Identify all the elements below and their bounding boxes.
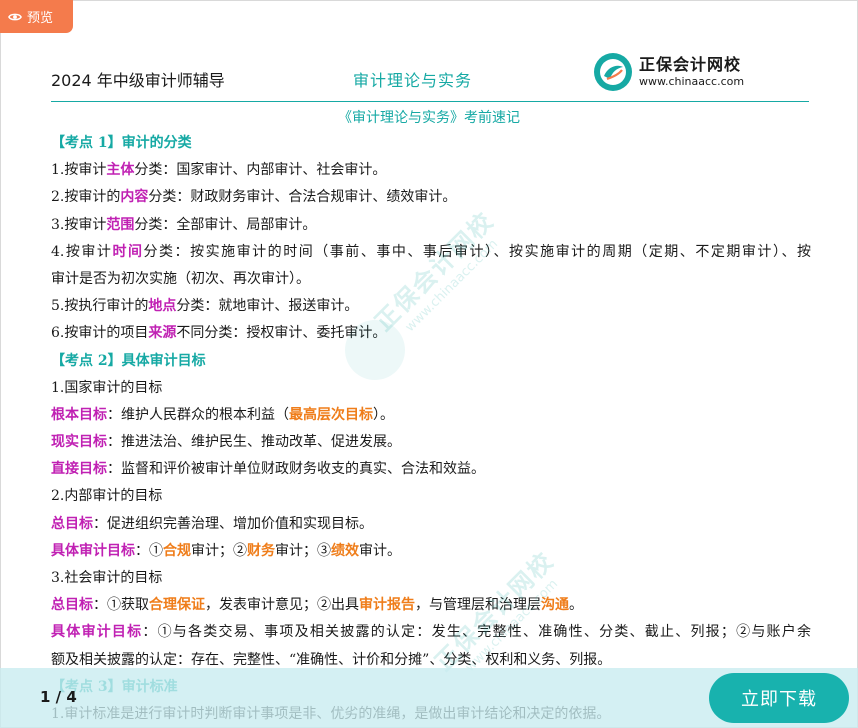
keyword: 总目标 bbox=[51, 515, 93, 532]
text-run: ，与管理层和治理层 bbox=[415, 597, 541, 614]
text-run: 审计；③ bbox=[275, 542, 331, 559]
keyword: 最高层次目标 bbox=[289, 406, 373, 423]
text-run: 【考点 1】审计的分类 bbox=[51, 135, 192, 151]
text-run: 6.按审计的项目 bbox=[51, 325, 149, 342]
text-line: 5.按执行审计的地点分类：就地审计、报送审计。 bbox=[51, 293, 811, 320]
document-body: 【考点 1】审计的分类 1.按审计主体分类：国家审计、内部审计、社会审计。 2.按审… bbox=[51, 130, 811, 728]
keyword: 具体审计目标 bbox=[51, 624, 143, 641]
text-run: 审计。 bbox=[359, 542, 401, 559]
keyword: 来源 bbox=[148, 325, 177, 342]
keyword: 地点 bbox=[148, 298, 177, 315]
text-run: 3.社会审计的目标 bbox=[51, 570, 163, 586]
text-run: 分类：财政财务审计、合法合规审计、绩效审计。 bbox=[148, 189, 457, 206]
logo-mark-icon bbox=[594, 53, 632, 91]
text-run: ：①获取 bbox=[93, 597, 149, 614]
text-run: 分类：国家审计、内部审计、社会审计。 bbox=[134, 162, 387, 179]
text-run: 4.按审计 bbox=[51, 243, 113, 260]
text-run: 。 bbox=[569, 597, 583, 614]
text-run: 2.按审计的 bbox=[51, 189, 121, 206]
page-indicator: 1 / 4 bbox=[40, 688, 77, 706]
keyword: 合规 bbox=[163, 542, 191, 559]
text-run: 2.内部审计的目标 bbox=[51, 488, 163, 505]
keyword: 直接目标 bbox=[51, 461, 107, 478]
keyword: 财务 bbox=[247, 542, 275, 559]
text-run: 额及相关披露的认定：存在、完整性、“准确性、计价和分摊”、分类、权利和义务、列报… bbox=[51, 651, 612, 668]
text-run: 审计是否为初次实施（初次、再次审计）。 bbox=[51, 270, 310, 287]
section-heading: 【考点 1】审计的分类 bbox=[51, 130, 811, 157]
keyword: 时间 bbox=[112, 243, 144, 260]
text-run: ：①与各类交易、事项及相关披露的认定：发生、完整性、准确性、分类、截止、列报；②… bbox=[142, 624, 812, 641]
text-line: 3.按审计范围分类：全部审计、局部审计。 bbox=[51, 212, 811, 239]
text-line: 现实目标：推进法治、维护民生、推动改革、促进发展。 bbox=[51, 429, 811, 456]
text-run: ，发表审计意见；②出具 bbox=[205, 597, 359, 614]
text-run: ：监督和评价被审计单位财政财务收支的真实、合法和效益。 bbox=[107, 461, 485, 478]
text-line: 具体审计目标：①与各类交易、事项及相关披露的认定：发生、完整性、准确性、分类、截… bbox=[51, 619, 811, 646]
brand-logo: 正保会计网校 www.chinaacc.com bbox=[593, 52, 744, 92]
keyword: 总目标 bbox=[51, 597, 93, 614]
text-run: ）。 bbox=[373, 406, 394, 423]
keyword: 范围 bbox=[106, 216, 135, 233]
preview-button[interactable]: 预览 bbox=[0, 0, 73, 33]
subject-title: 审计理论与实务 bbox=[353, 71, 473, 90]
text-run: ：维护人民群众的根本利益（ bbox=[107, 406, 289, 423]
logo-name: 正保会计网校 bbox=[639, 54, 742, 74]
watermark-logo bbox=[345, 320, 405, 380]
preview-label: 预览 bbox=[27, 11, 54, 26]
text-line: 2.内部审计的目标 bbox=[51, 483, 811, 510]
text-line: 直接目标：监督和评价被审计单位财政财务收支的真实、合法和效益。 bbox=[51, 456, 811, 483]
text-run: 审计；② bbox=[191, 542, 247, 559]
keyword: 合理保证 bbox=[149, 597, 205, 614]
keyword: 现实目标 bbox=[51, 434, 107, 451]
course-title: 2024 年中级审计师辅导 bbox=[51, 71, 225, 90]
text-run: 1.按审计 bbox=[51, 162, 107, 179]
text-run: ：促进组织完善治理、增加价值和实现目标。 bbox=[93, 515, 373, 532]
text-run: 5.按执行审计的 bbox=[51, 298, 149, 315]
text-line: 4.按审计时间分类：按实施审计的时间（事前、事中、事后审计）、按实施审计的周期（… bbox=[51, 239, 811, 266]
text-line: 6.按审计的项目来源不同分类：授权审计、委托审计。 bbox=[51, 320, 811, 347]
text-run: 分类：全部审计、局部审计。 bbox=[134, 216, 317, 233]
keyword: 审计报告 bbox=[359, 597, 415, 614]
keyword: 沟通 bbox=[541, 597, 569, 614]
text-run: ：推进法治、维护民生、推动改革、促进发展。 bbox=[107, 434, 401, 451]
text-line: 2.按审计的内容分类：财政财务审计、合法合规审计、绩效审计。 bbox=[51, 184, 811, 211]
text-run: 3.按审计 bbox=[51, 216, 107, 233]
header-divider bbox=[51, 101, 809, 102]
download-button[interactable]: 立即下载 bbox=[709, 673, 849, 723]
text-run: 分类：就地审计、报送审计。 bbox=[176, 298, 359, 315]
text-run: 分类：按实施审计的时间（事前、事中、事后审计）、按实施审计的周期（定期、不定期审… bbox=[143, 243, 812, 260]
keyword: 根本目标 bbox=[51, 406, 107, 423]
keyword: 具体审计目标 bbox=[51, 542, 135, 559]
text-line: 1.按审计主体分类：国家审计、内部审计、社会审计。 bbox=[51, 157, 811, 184]
keyword: 内容 bbox=[120, 189, 149, 206]
document-title: 《审计理论与实务》考前速记 bbox=[338, 110, 520, 126]
text-line: 1.国家审计的目标 bbox=[51, 375, 811, 402]
text-run: ：① bbox=[135, 542, 163, 559]
text-line: 3.社会审计的目标 bbox=[51, 565, 811, 592]
keyword: 绩效 bbox=[331, 542, 359, 559]
keyword: 主体 bbox=[106, 162, 135, 179]
text-line: 根本目标：维护人民群众的根本利益（最高层次目标）。 bbox=[51, 402, 811, 429]
text-line: 具体审计目标：①合规审计；②财务审计；③绩效审计。 bbox=[51, 538, 811, 565]
text-line: 总目标：促进组织完善治理、增加价值和实现目标。 bbox=[51, 511, 811, 538]
section-heading: 【考点 2】具体审计目标 bbox=[51, 348, 811, 375]
text-run: 【考点 2】具体审计目标 bbox=[51, 352, 206, 369]
text-line: 审计是否为初次实施（初次、再次审计）。 bbox=[51, 266, 811, 293]
eye-icon bbox=[8, 13, 22, 20]
logo-url: www.chinaacc.com bbox=[639, 75, 745, 89]
text-line: 总目标：①获取合理保证，发表审计意见；②出具审计报告，与管理层和治理层沟通。 bbox=[51, 592, 811, 619]
text-run: 1.国家审计的目标 bbox=[51, 379, 163, 396]
